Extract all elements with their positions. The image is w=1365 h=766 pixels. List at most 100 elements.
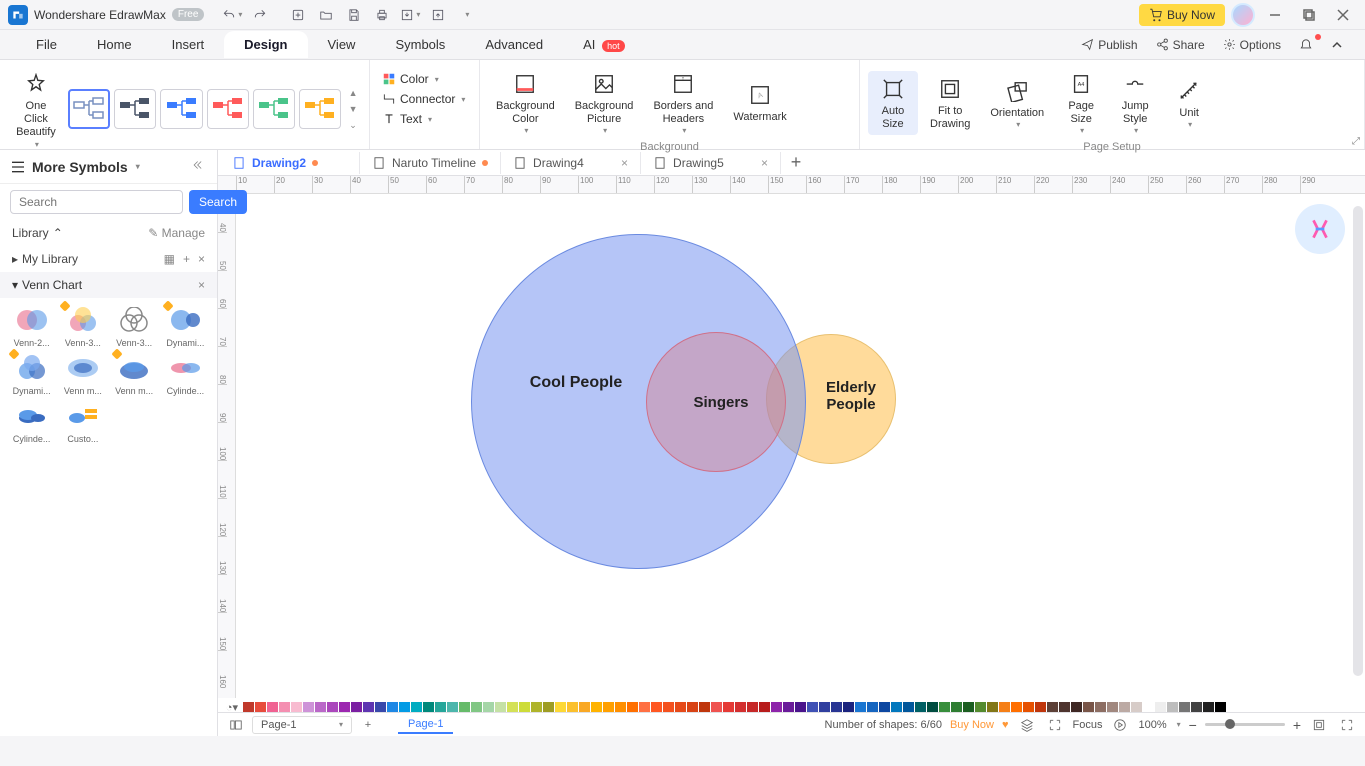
color-swatch[interactable] (723, 702, 734, 713)
theme-preset-2[interactable] (114, 89, 156, 129)
theme-scroll-up[interactable]: ▲ (345, 86, 361, 100)
color-swatch[interactable] (1059, 702, 1070, 713)
color-swatch[interactable] (339, 702, 350, 713)
color-swatch[interactable] (891, 702, 902, 713)
color-swatch[interactable] (255, 702, 266, 713)
color-swatch[interactable] (807, 702, 818, 713)
color-swatch[interactable] (939, 702, 950, 713)
zoom-in-icon[interactable]: + (1293, 717, 1301, 733)
menu-view[interactable]: View (308, 31, 376, 58)
color-swatch[interactable] (603, 702, 614, 713)
redo-icon[interactable] (248, 3, 272, 27)
vertical-scrollbar[interactable] (1353, 206, 1363, 676)
sidebar-title[interactable]: More Symbols▾ (10, 159, 140, 175)
color-swatch[interactable] (243, 702, 254, 713)
color-swatch[interactable] (1107, 702, 1118, 713)
library-add-icon[interactable]: + (183, 252, 190, 266)
color-swatch[interactable] (495, 702, 506, 713)
theme-preset-5[interactable] (253, 89, 295, 129)
color-swatch[interactable] (363, 702, 374, 713)
auto-size-button[interactable]: Auto Size (868, 71, 918, 135)
color-swatch[interactable] (1191, 702, 1202, 713)
one-click-beautify-button[interactable]: One Click Beautify ▾ (8, 66, 64, 153)
zoom-level[interactable]: 100% (1138, 719, 1166, 731)
color-swatch[interactable] (399, 702, 410, 713)
symbol-venn-2[interactable]: Venn-2... (8, 304, 55, 348)
venn-label-elderly[interactable]: Elderly People (811, 379, 891, 413)
color-swatch[interactable] (423, 702, 434, 713)
color-swatch[interactable] (267, 702, 278, 713)
color-swatch[interactable] (435, 702, 446, 713)
color-swatch[interactable] (291, 702, 302, 713)
color-dropdown[interactable]: Color▾ (378, 70, 471, 88)
tab-drawing5[interactable]: Drawing5× (641, 152, 781, 174)
symbol-dynamic-2[interactable]: Dynami... (8, 352, 55, 396)
color-swatch[interactable] (543, 702, 554, 713)
color-swatch[interactable] (279, 702, 290, 713)
color-swatch[interactable] (771, 702, 782, 713)
color-swatch[interactable] (747, 702, 758, 713)
background-color-button[interactable]: Background Color▾ (488, 66, 563, 139)
publish-link[interactable]: Publish (1075, 36, 1143, 54)
theme-preset-6[interactable] (299, 89, 341, 129)
menu-symbols[interactable]: Symbols (375, 31, 465, 58)
text-dropdown[interactable]: Text▾ (378, 110, 471, 128)
theme-preset-3[interactable] (160, 89, 202, 129)
color-swatch[interactable] (903, 702, 914, 713)
focus-label[interactable]: Focus (1073, 719, 1103, 731)
zoom-slider[interactable] (1205, 723, 1285, 726)
color-swatch[interactable] (315, 702, 326, 713)
library-row[interactable]: Library ⌃ ✎ Manage (0, 220, 217, 246)
menu-design[interactable]: Design (224, 31, 307, 58)
color-swatch[interactable] (687, 702, 698, 713)
color-swatch[interactable] (879, 702, 890, 713)
symbol-venn-m2[interactable]: Venn m... (111, 352, 158, 396)
page-selector[interactable]: Page-1▾ (252, 716, 352, 734)
presentation-icon[interactable] (1110, 715, 1130, 735)
symbol-cylinder-1[interactable]: Cylinde... (162, 352, 209, 396)
share-link[interactable]: Share (1150, 36, 1211, 54)
fit-to-drawing-button[interactable]: Fit to Drawing (922, 71, 978, 135)
color-swatch[interactable] (843, 702, 854, 713)
color-swatch[interactable] (627, 702, 638, 713)
theme-scroll-down[interactable]: ▼ (345, 102, 361, 116)
sidebar-collapse-icon[interactable] (193, 158, 207, 175)
color-swatch[interactable] (375, 702, 386, 713)
color-swatch[interactable] (1179, 702, 1190, 713)
color-swatch[interactable] (1167, 702, 1178, 713)
color-swatch[interactable] (795, 702, 806, 713)
color-swatch[interactable] (831, 702, 842, 713)
color-swatch[interactable] (447, 702, 458, 713)
color-swatch[interactable] (1203, 702, 1214, 713)
color-swatch[interactable] (579, 702, 590, 713)
theme-expand[interactable]: ⌄ (345, 118, 361, 132)
color-swatch[interactable] (471, 702, 482, 713)
color-swatch[interactable] (1143, 702, 1154, 713)
color-swatch[interactable] (867, 702, 878, 713)
venn-chart-section[interactable]: ▾Venn Chart × (0, 272, 217, 298)
color-swatch[interactable] (675, 702, 686, 713)
minimize-button[interactable] (1261, 3, 1289, 27)
color-swatch[interactable] (1035, 702, 1046, 713)
symbol-custom[interactable]: Custo... (59, 400, 106, 444)
menu-insert[interactable]: Insert (152, 31, 225, 58)
close-tab-icon[interactable]: × (621, 156, 628, 170)
jump-style-button[interactable]: Jump Style▾ (1110, 66, 1160, 139)
color-swatch[interactable] (927, 702, 938, 713)
symbol-venn-3a[interactable]: Venn-3... (59, 304, 106, 348)
color-swatch[interactable] (1131, 702, 1142, 713)
section-close-icon[interactable]: × (198, 278, 205, 292)
symbol-search-button[interactable]: Search (189, 190, 247, 214)
color-swatch[interactable] (999, 702, 1010, 713)
more-icon[interactable]: ▾ (454, 3, 478, 27)
symbol-search-input[interactable] (10, 190, 183, 214)
options-link[interactable]: Options (1217, 36, 1287, 54)
zoom-out-icon[interactable]: − (1189, 717, 1197, 733)
user-avatar[interactable] (1231, 3, 1255, 27)
menu-advanced[interactable]: Advanced (465, 31, 563, 58)
color-swatch[interactable] (783, 702, 794, 713)
color-swatch[interactable] (411, 702, 422, 713)
tab-naruto-timeline[interactable]: Naruto Timeline (360, 152, 501, 174)
tab-drawing4[interactable]: Drawing4× (501, 152, 641, 174)
export-icon[interactable]: ▾ (398, 3, 422, 27)
